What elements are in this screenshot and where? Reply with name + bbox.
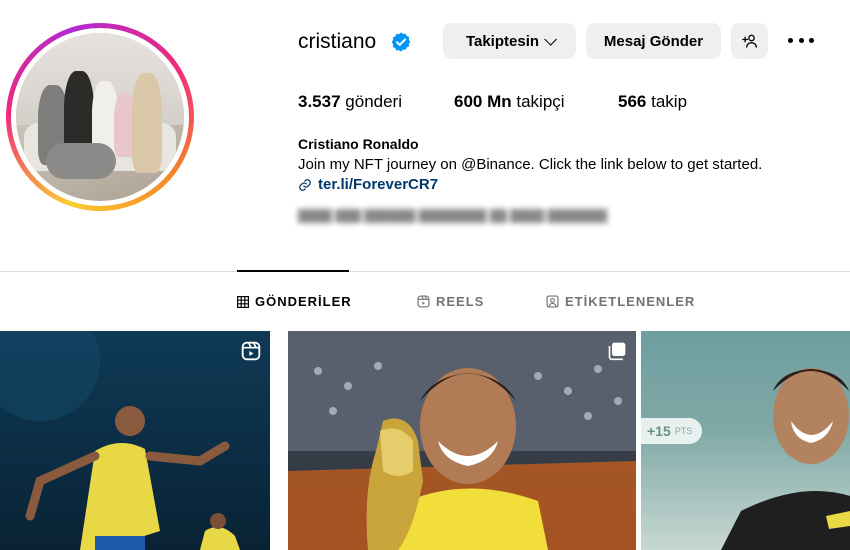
points-badge: +15 PTS bbox=[641, 418, 703, 444]
avatar-photo bbox=[16, 33, 184, 201]
verified-badge-icon bbox=[391, 32, 411, 52]
bio-link-text: ter.li/ForeverCR7 bbox=[318, 176, 439, 193]
posts-count-label: gönderi bbox=[345, 92, 402, 111]
send-message-label: Mesaj Gönder bbox=[603, 32, 704, 50]
reels-icon bbox=[417, 295, 430, 308]
tab-posts[interactable]: GÖNDERİLER bbox=[237, 294, 352, 309]
profile-avatar[interactable] bbox=[6, 23, 194, 211]
post-tile-carousel[interactable] bbox=[288, 331, 636, 550]
active-tab-indicator bbox=[237, 270, 349, 272]
following-button[interactable]: Takiptesin bbox=[443, 23, 576, 59]
followers-count-label: takipçi bbox=[516, 92, 565, 111]
post-tile-reel[interactable] bbox=[0, 331, 270, 550]
following-count-label: takip bbox=[651, 92, 688, 111]
chevron-down-icon bbox=[544, 32, 558, 46]
username: cristiano bbox=[298, 30, 377, 53]
tab-reels-label: REELS bbox=[436, 294, 485, 309]
tab-reels[interactable]: REELS bbox=[417, 294, 484, 309]
more-options-icon[interactable] bbox=[788, 38, 814, 44]
points-badge-unit: PTS bbox=[674, 426, 693, 436]
following-count-value: 566 bbox=[618, 92, 647, 111]
suggest-users-button[interactable] bbox=[731, 23, 768, 59]
post-image bbox=[288, 331, 636, 550]
reel-icon bbox=[241, 341, 261, 361]
posts-count-value: 3.537 bbox=[298, 92, 341, 111]
bio-link[interactable]: ter.li/ForeverCR7 bbox=[298, 176, 438, 193]
tabs-divider bbox=[0, 271, 850, 272]
send-message-button[interactable]: Mesaj Gönder bbox=[586, 23, 721, 59]
full-name: Cristiano Ronaldo bbox=[298, 136, 419, 152]
carousel-icon bbox=[608, 342, 626, 361]
grid-icon bbox=[237, 295, 249, 308]
following-button-label: Takiptesin bbox=[465, 32, 540, 50]
points-badge-value: +15 bbox=[647, 423, 671, 439]
post-image bbox=[0, 331, 240, 550]
tagged-icon bbox=[546, 295, 559, 308]
link-icon bbox=[299, 178, 311, 191]
add-user-icon bbox=[741, 34, 757, 48]
bio-text: Join my NFT journey on @Binance. Click t… bbox=[298, 156, 763, 173]
post-tile-image[interactable]: +15 PTS bbox=[641, 331, 850, 550]
tab-tagged-label: ETİKETLENENLER bbox=[565, 294, 696, 309]
followers-count[interactable]: 600 Mn takipçi bbox=[454, 92, 565, 112]
tab-tagged[interactable]: ETİKETLENENLER bbox=[546, 294, 695, 309]
following-count[interactable]: 566 takip bbox=[618, 92, 687, 112]
blurred-mutual-followers: ████ ███ ██████ ████████ ██ ████ ███████ bbox=[298, 209, 608, 223]
followers-count-value: 600 Mn bbox=[454, 92, 512, 111]
tab-posts-label: GÖNDERİLER bbox=[255, 294, 352, 309]
posts-count: 3.537 gönderi bbox=[298, 92, 402, 112]
